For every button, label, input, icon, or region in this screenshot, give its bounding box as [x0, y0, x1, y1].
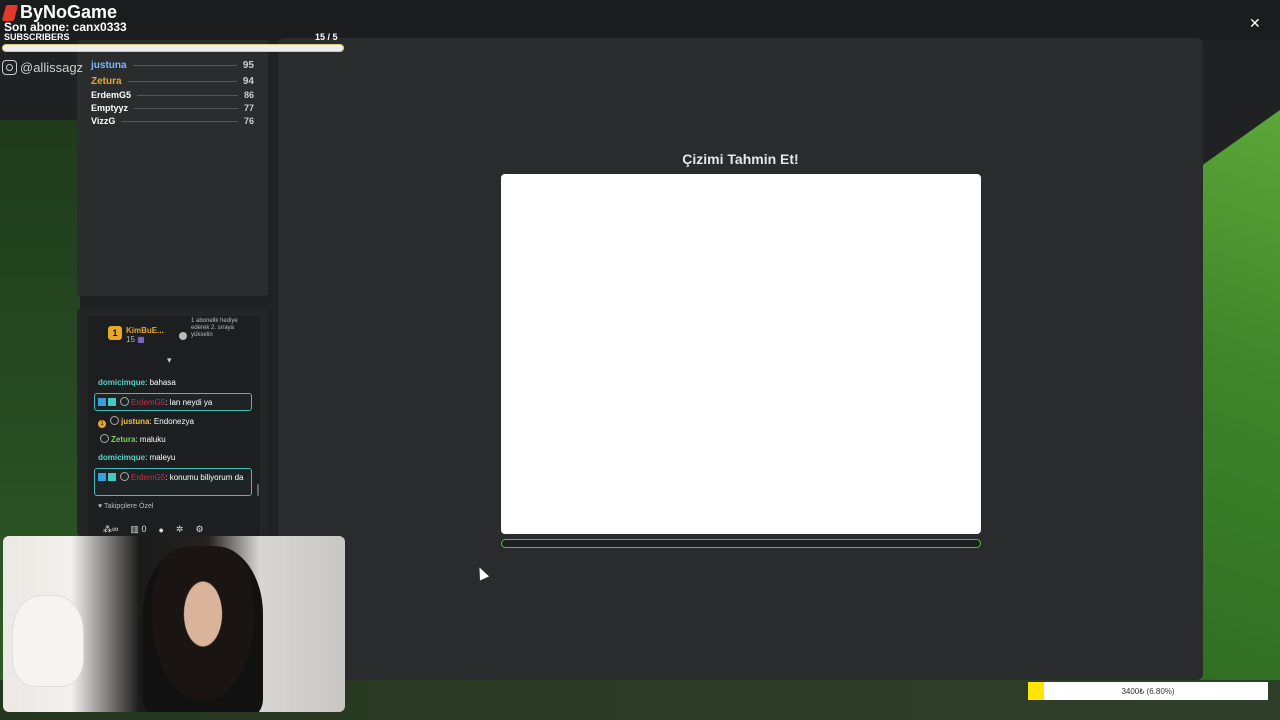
subscribers-progress-bar — [2, 44, 344, 52]
chat-message: 1 justuna: Endonezya — [98, 416, 194, 428]
top-gifter: 1 KimBuE... 15 ▦ — [108, 326, 164, 344]
leaderboard-row: ErdemG5 86 — [91, 90, 254, 100]
close-button[interactable]: ✕ — [1249, 15, 1261, 32]
chat-text: lan neydi ya — [169, 398, 213, 407]
leaderboard-row: Emptyyz 77 — [91, 103, 254, 113]
gear-icon[interactable]: ⚙ — [195, 524, 203, 535]
chat-message: ErdemG5: konumu biliyorum da — [98, 472, 246, 483]
badge-icon — [110, 416, 119, 425]
chat-scrollbar[interactable] — [257, 484, 259, 496]
subscribers-count: 15 / 5 — [315, 32, 338, 42]
followers-only-label: ♥ Takipçilere Özel — [98, 503, 154, 510]
chat-text: konumu biliyorum da — [169, 473, 244, 482]
followers-only-text: Takipçilere Özel — [103, 503, 154, 510]
drawing-canvas[interactable] — [501, 174, 981, 534]
streamer — [143, 546, 263, 712]
badge-icon — [120, 472, 129, 481]
badge-icon — [108, 398, 116, 406]
plush-bear — [13, 596, 83, 686]
bynogame-logo-icon — [1, 4, 19, 21]
gift-promo: 1 abonelik hediye ederek 2. sıraya yükse… — [191, 318, 238, 338]
leaderboard-name: ErdemG5 — [91, 90, 132, 100]
chat-message: domicimque: bahasa — [98, 378, 176, 387]
chat-username[interactable]: ErdemG5 — [131, 398, 165, 407]
rank-badge-icon: 1 — [98, 420, 106, 428]
chat-username[interactable]: domicimque — [98, 378, 145, 387]
share-icon[interactable]: ⁂∞ — [103, 524, 118, 535]
leaderboard-row: VizzG 76 — [91, 116, 254, 126]
leaderboard-score: 95 — [242, 60, 254, 71]
badge-icon — [120, 397, 129, 406]
leaderboard-name: VizzG — [91, 116, 116, 126]
social-handle-text: @allissagz — [20, 60, 84, 75]
leaderboard-row: Zetura 94 — [91, 76, 254, 87]
badge-icon — [100, 434, 109, 443]
gift-promo-icon — [179, 332, 187, 340]
leaderboard-score: 94 — [242, 76, 254, 87]
settings-icon[interactable]: ✲ — [176, 524, 184, 535]
chat-message: Zetura: maluku — [98, 434, 166, 444]
leaderboard-score: 77 — [243, 103, 254, 113]
chat-text: bahasa — [149, 378, 176, 387]
badge-icon — [108, 473, 116, 481]
leaderboard-name: Zetura — [91, 76, 122, 87]
chat-username[interactable]: Zetura — [111, 435, 135, 444]
timer-bar — [501, 539, 981, 548]
chat-text: maluku — [139, 435, 166, 444]
donation-goal-bar: 3400₺ (6.80%) — [1028, 682, 1268, 700]
leaderboard-divider — [127, 81, 237, 82]
social-handle: @allissagz — [2, 60, 83, 75]
top-gifter-count: 15 — [126, 335, 135, 344]
subscribers-label: SUBSCRIBERS — [4, 32, 70, 42]
leaderboard-divider — [137, 94, 238, 96]
badge-icon — [98, 473, 106, 481]
leaderboard-name: justuna — [91, 60, 127, 71]
infinity-label: ∞ — [112, 524, 119, 534]
shop-icon[interactable]: ▥ 0 — [130, 524, 146, 535]
chat-username[interactable]: domicimque — [98, 453, 145, 462]
leaderboard-divider — [121, 120, 238, 122]
top-gifter-name: KimBuE... — [126, 326, 164, 335]
top-bar — [0, 0, 1280, 40]
chat-bubble-icon[interactable]: ● — [158, 525, 163, 535]
chat-username[interactable]: justuna — [121, 417, 149, 426]
leaderboard-row: justuna 95 — [91, 60, 254, 71]
badge-icon — [98, 398, 106, 406]
donation-goal-text: 3400₺ (6.80%) — [1121, 686, 1175, 696]
chat-username[interactable]: ErdemG5 — [131, 473, 165, 482]
chat-text: maleyu — [149, 453, 176, 462]
instagram-icon — [2, 60, 17, 75]
chat-message: domicimque: maleyu — [98, 453, 176, 462]
leaderboard-score: 86 — [243, 90, 254, 100]
game-title: Çizimi Tahmin Et! — [682, 151, 799, 167]
gift-icon: ▦ — [137, 335, 145, 344]
chat-toolbar: ⁂∞ ▥ 0 ● ✲ ⚙ — [103, 524, 204, 535]
leaderboard-divider — [132, 65, 237, 66]
leaderboard-divider — [134, 107, 238, 109]
shop-count: 0 — [141, 524, 147, 534]
leaderboard-name: Emptyyz — [91, 103, 129, 113]
webcam-feed — [3, 536, 345, 712]
rank-badge: 1 — [108, 326, 122, 340]
chat-message: ErdemG5: lan neydi ya — [98, 397, 212, 407]
chat-text: Endonezya — [153, 417, 194, 426]
chevron-down-icon[interactable]: ▾ — [167, 355, 172, 366]
leaderboard-score: 76 — [243, 116, 254, 126]
